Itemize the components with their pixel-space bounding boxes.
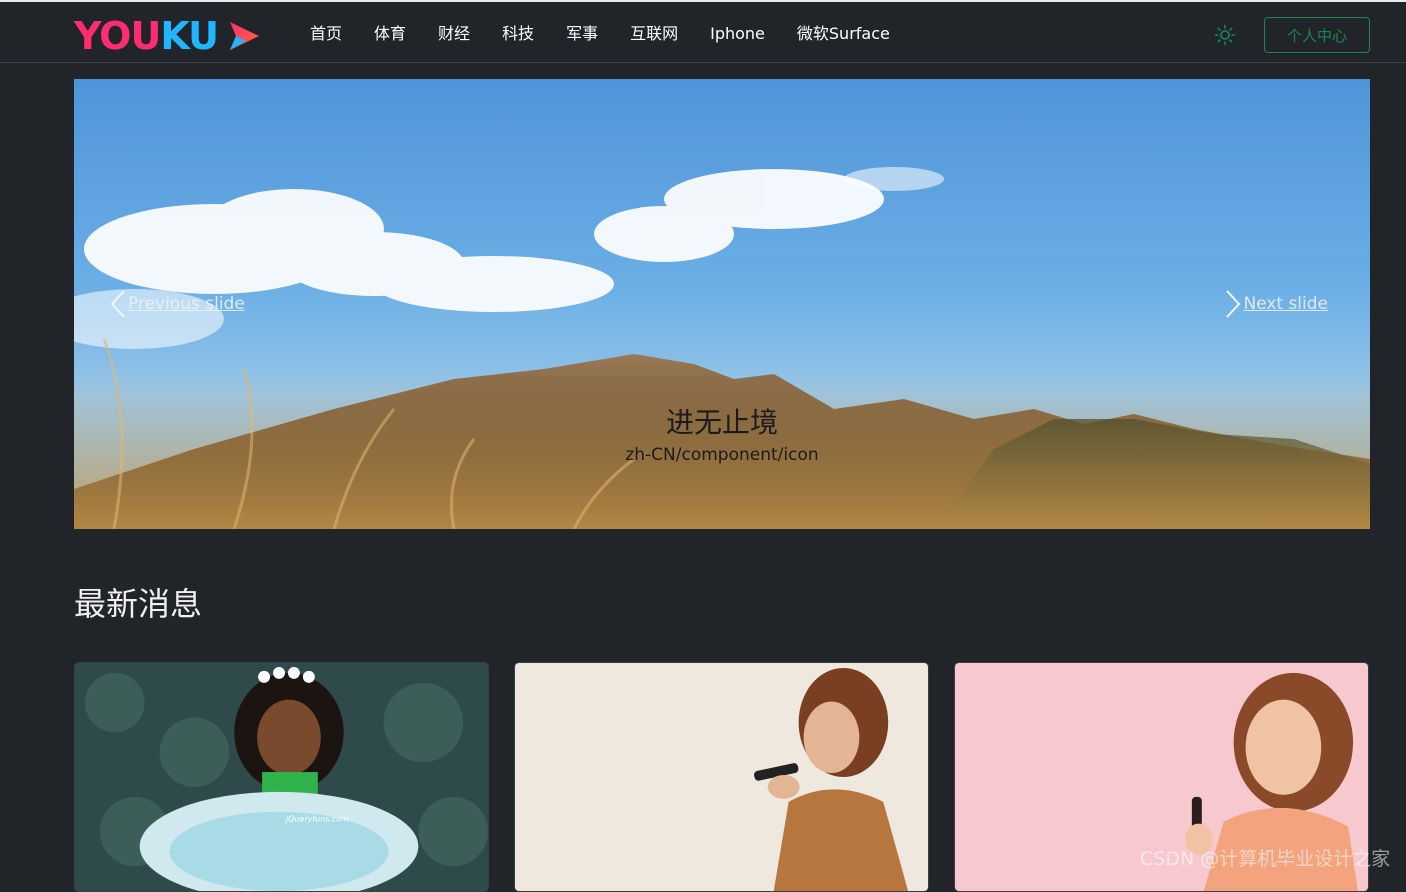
nav-item-internet[interactable]: 互联网 [614,2,694,65]
card-image-watermark: jQueryfuns.com [285,815,349,824]
nav-item-finance[interactable]: 财经 [422,2,486,65]
news-section-title: 最新消息 [74,585,203,623]
csdn-watermark: CSDN @计算机毕业设计之家 [1140,848,1391,870]
hero-carousel: Previous slide Next slide 进无止境 zh-CN/com… [74,79,1370,529]
profile-button[interactable]: 个人中心 [1264,17,1370,53]
nav-item-home[interactable]: 首页 [300,2,358,65]
nav-item-sports[interactable]: 体育 [358,2,422,65]
youku-logo[interactable]: YOUKU [74,16,262,56]
girl-in-tutu-photo: jQueryfuns.com [75,663,488,891]
carousel-next-button[interactable]: Next slide [1223,289,1328,319]
main-nav: 首页 体育 财经 科技 军事 互联网 Iphone 微软Surface [300,2,906,65]
news-card[interactable] [514,662,929,892]
logo-wordmark: YOUKU [74,14,219,58]
prev-slide-label: Previous slide [128,294,245,314]
play-icon [229,22,259,50]
top-navbar: YOUKU 首页 体育 财经 科技 军事 互联网 Iphone 微软Surfac… [0,0,1406,63]
nav-item-military[interactable]: 军事 [550,2,614,65]
sun-icon[interactable] [1214,24,1236,46]
carousel-prev-button[interactable]: Previous slide [108,289,245,319]
nav-item-surface[interactable]: 微软Surface [781,2,906,65]
slide-caption-title: 进无止境 [665,406,778,439]
nav-item-iphone[interactable]: Iphone [694,2,781,65]
chevron-left-icon [110,290,125,318]
slide-caption-subtitle: zh-CN/component/icon [625,445,819,465]
news-card[interactable]: jQueryfuns.com [74,662,489,892]
nav-item-tech[interactable]: 科技 [486,2,550,65]
woman-with-phone-photo [515,663,928,891]
next-slide-label: Next slide [1243,294,1328,314]
slide-caption: 进无止境 zh-CN/component/icon [74,405,1370,469]
chevron-right-icon [1226,290,1241,318]
